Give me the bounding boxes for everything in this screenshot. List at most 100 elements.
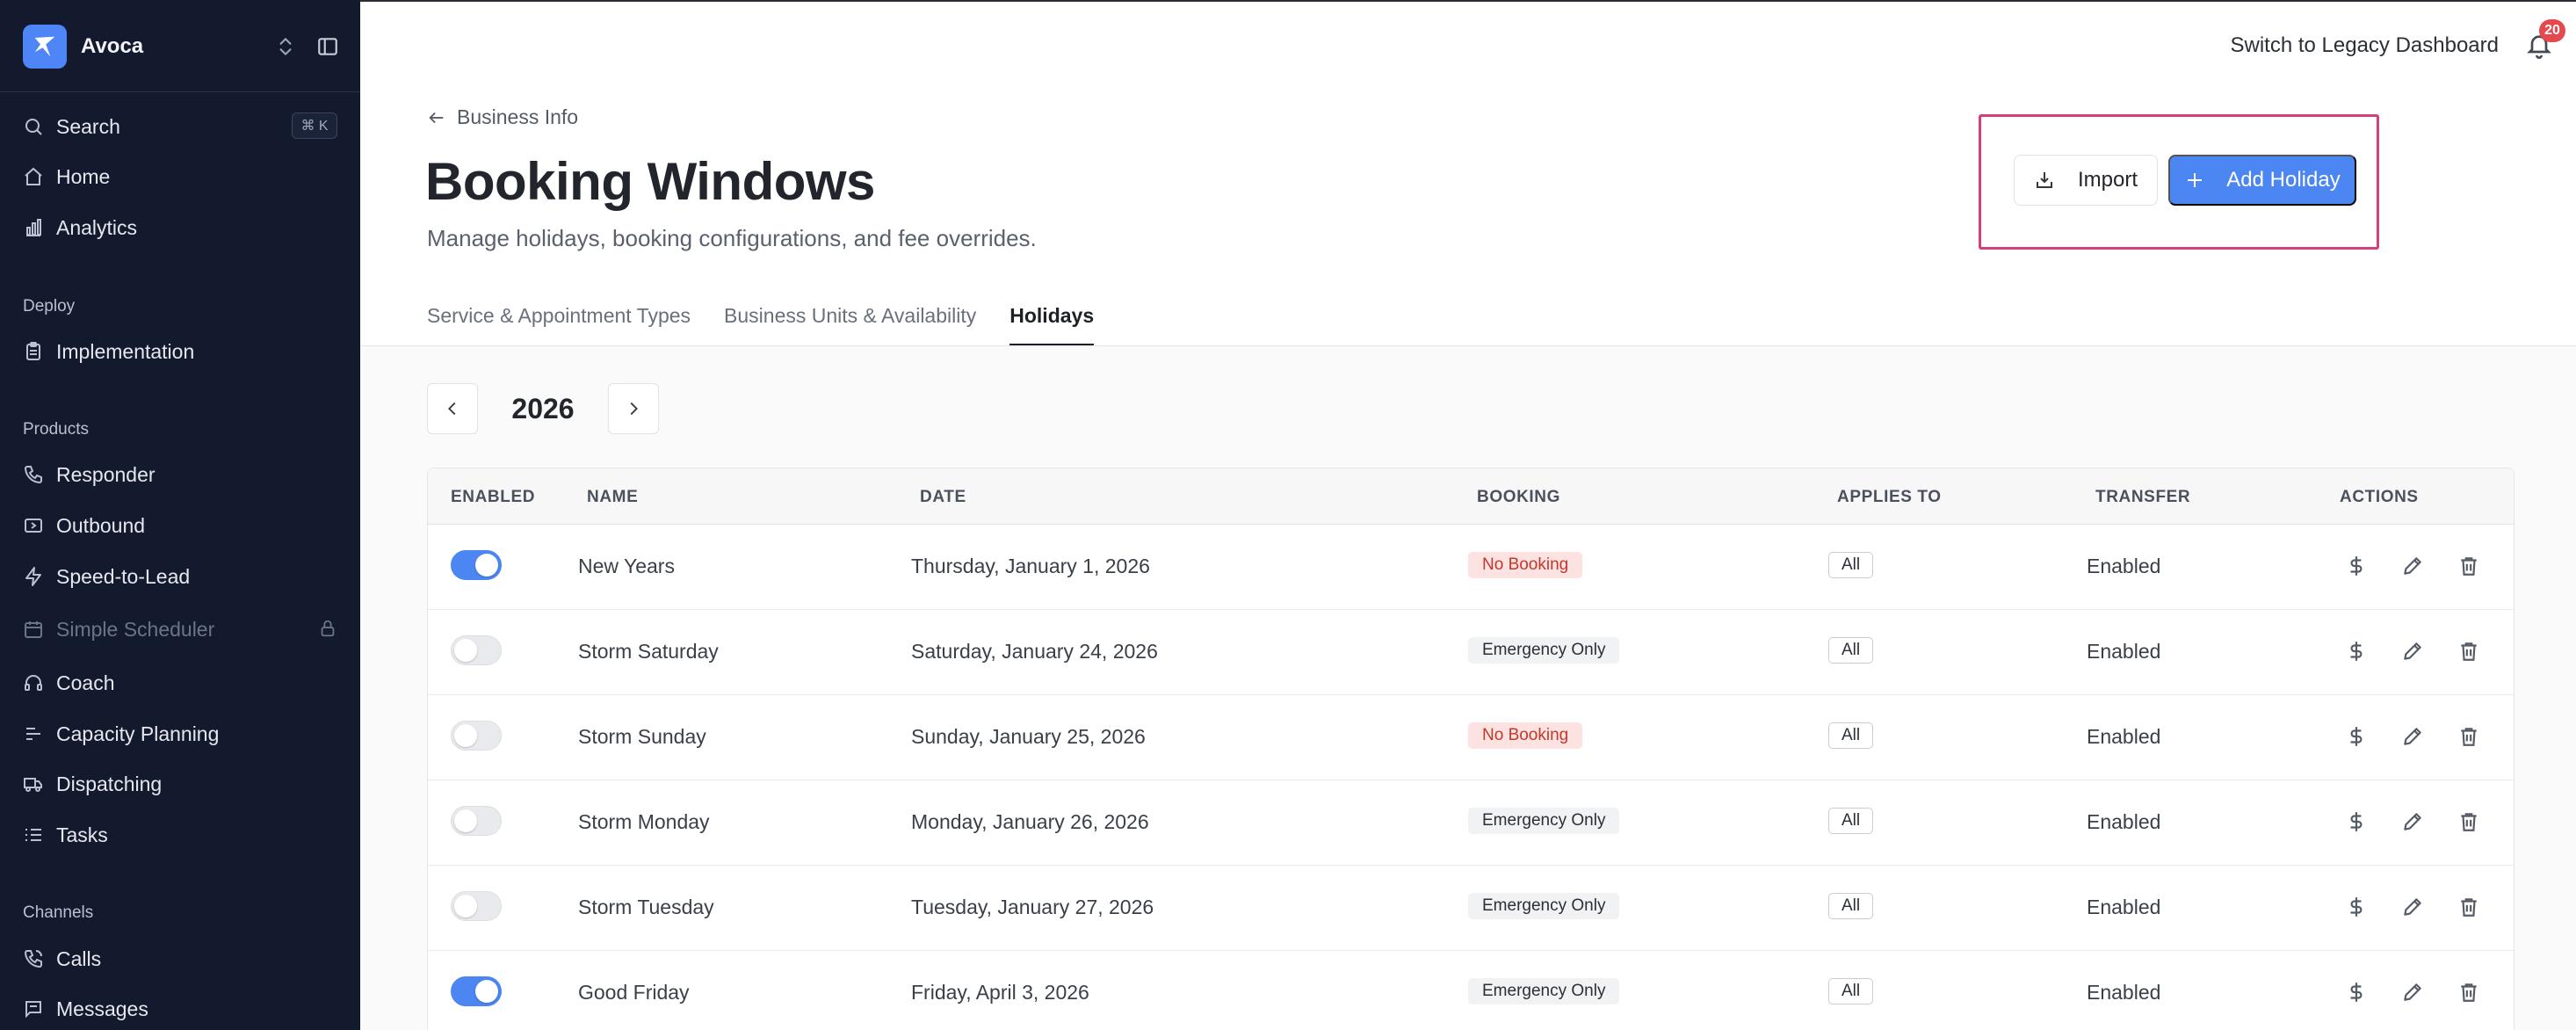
sidebar-item-messages[interactable]: Messages xyxy=(23,991,148,1026)
applies-to-badge: All xyxy=(1828,808,1874,834)
sidebar-item-implementation[interactable]: Implementation xyxy=(23,334,194,369)
avoca-logo-icon xyxy=(23,25,67,69)
column-header-applies-to: APPLIES TO xyxy=(1837,488,1942,506)
page-title: Booking Windows xyxy=(425,152,875,211)
fee-override-dollar-icon[interactable] xyxy=(2345,981,2368,1004)
sidebar-item-responder[interactable]: Responder xyxy=(23,457,156,492)
top-border xyxy=(360,0,2576,2)
edit-pencil-icon[interactable] xyxy=(2401,555,2424,577)
calendar-icon xyxy=(25,621,42,638)
table-row: Storm Tuesday Tuesday, January 27, 2026 Em… xyxy=(428,866,2514,951)
sidebar-item-label: Coach xyxy=(56,671,115,694)
clipboard-icon xyxy=(26,342,40,360)
delete-trash-icon[interactable] xyxy=(2457,555,2480,577)
applies-to-badge: All xyxy=(1828,722,1874,749)
enabled-toggle[interactable] xyxy=(451,806,502,836)
tab-holidays[interactable]: Holidays xyxy=(1009,304,1094,346)
sidebar-item-speed-to-lead[interactable]: Speed-to-Lead xyxy=(23,559,190,594)
transfer-status: Enabled xyxy=(2087,981,2161,1004)
sidebar-item-capacity-planning[interactable]: Capacity Planning xyxy=(23,716,219,751)
import-button[interactable]: Import xyxy=(2014,155,2158,206)
tabs: Service & Appointment Types Business Uni… xyxy=(427,304,1127,346)
holiday-name: Storm Monday xyxy=(578,810,710,833)
capacity-icon xyxy=(26,728,40,740)
sidebar-item-calls[interactable]: Calls xyxy=(23,941,101,976)
page-subtitle: Manage holidays, booking configurations,… xyxy=(427,225,1037,251)
delete-trash-icon[interactable] xyxy=(2457,640,2480,663)
booking-badge: No Booking xyxy=(1468,722,1583,749)
phone-icon xyxy=(24,466,42,484)
holiday-name: Good Friday xyxy=(578,981,690,1004)
delete-trash-icon[interactable] xyxy=(2457,810,2480,833)
holiday-name: New Years xyxy=(578,555,675,577)
applies-to-badge: All xyxy=(1828,893,1874,919)
holidays-table: ENABLED NAME DATE BOOKING APPLIES TO TRA… xyxy=(427,468,2514,1030)
sidebar-item-analytics[interactable]: Analytics xyxy=(23,210,137,245)
next-year-button[interactable] xyxy=(608,383,659,434)
sidebar-item-label: Implementation xyxy=(56,339,195,363)
edit-pencil-icon[interactable] xyxy=(2401,896,2424,918)
fee-override-dollar-icon[interactable] xyxy=(2345,896,2368,918)
transfer-status: Enabled xyxy=(2087,640,2161,663)
enabled-toggle[interactable] xyxy=(451,891,502,921)
year-navigator: 2026 xyxy=(427,383,659,434)
booking-badge: Emergency Only xyxy=(1468,893,1620,919)
sidebar-item-home[interactable]: Home xyxy=(23,159,110,194)
add-holiday-button[interactable]: Add Holiday xyxy=(2168,155,2356,206)
previous-year-button[interactable] xyxy=(427,383,478,434)
add-holiday-label: Add Holiday xyxy=(2226,168,2341,192)
table-row: Storm Monday Monday, January 26, 2026 Emer… xyxy=(428,780,2514,866)
sidebar-item-dispatching[interactable]: Dispatching xyxy=(23,766,162,802)
column-header-booking: BOOKING xyxy=(1477,488,1560,506)
chevron-up-down-icon[interactable] xyxy=(274,33,297,60)
sidebar-collapse-icon[interactable] xyxy=(316,35,339,58)
holiday-name: Storm Saturday xyxy=(578,640,719,663)
edit-pencil-icon[interactable] xyxy=(2401,810,2424,833)
bar-chart-icon xyxy=(26,219,41,236)
holiday-date: Monday, January 26, 2026 xyxy=(911,810,1149,833)
edit-pencil-icon[interactable] xyxy=(2401,725,2424,748)
search-icon xyxy=(25,119,42,135)
tab-service-appointment-types[interactable]: Service & Appointment Types xyxy=(427,304,691,346)
fee-override-dollar-icon[interactable] xyxy=(2345,810,2368,833)
enabled-toggle[interactable] xyxy=(451,550,502,580)
delete-trash-icon[interactable] xyxy=(2457,725,2480,748)
section-label-products: Products xyxy=(23,420,89,439)
sidebar-item-label: Home xyxy=(56,164,111,188)
table-row: Storm Sunday Sunday, January 25, 2026 No B… xyxy=(428,695,2514,780)
list-icon xyxy=(25,829,41,841)
holiday-date: Saturday, January 24, 2026 xyxy=(911,640,1158,663)
fee-override-dollar-icon[interactable] xyxy=(2345,640,2368,663)
chevron-right-icon xyxy=(630,402,638,416)
edit-pencil-icon[interactable] xyxy=(2401,640,2424,663)
edit-pencil-icon[interactable] xyxy=(2401,981,2424,1004)
outbound-icon xyxy=(25,519,42,533)
column-header-transfer: TRANSFER xyxy=(2095,488,2191,506)
applies-to-badge: All xyxy=(1828,552,1874,578)
switch-legacy-dashboard-link[interactable]: Switch to Legacy Dashboard xyxy=(2230,33,2499,58)
delete-trash-icon[interactable] xyxy=(2457,981,2480,1004)
tab-business-units-availability[interactable]: Business Units & Availability xyxy=(724,304,976,346)
workspace-name: Avoca xyxy=(81,34,144,58)
holiday-date: Thursday, January 1, 2026 xyxy=(911,555,1150,577)
sidebar-item-tasks[interactable]: Tasks xyxy=(23,817,108,852)
enabled-toggle[interactable] xyxy=(451,976,502,1006)
enabled-toggle[interactable] xyxy=(451,721,502,751)
delete-trash-icon[interactable] xyxy=(2457,896,2480,918)
sidebar-item-label: Calls xyxy=(56,947,102,970)
fee-override-dollar-icon[interactable] xyxy=(2345,555,2368,577)
breadcrumb-back-link[interactable]: Business Info xyxy=(427,105,578,129)
enabled-toggle[interactable] xyxy=(451,635,502,665)
sidebar-item-label: Tasks xyxy=(56,823,108,846)
workspace-switcher[interactable]: Avoca xyxy=(23,25,143,69)
sidebar-item-search[interactable]: Search xyxy=(23,109,120,144)
sidebar-item-outbound[interactable]: Outbound xyxy=(23,508,145,543)
year-label: 2026 xyxy=(511,392,575,424)
sidebar-item-coach[interactable]: Coach xyxy=(23,665,114,700)
section-label-deploy: Deploy xyxy=(23,297,76,316)
fee-override-dollar-icon[interactable] xyxy=(2345,725,2368,748)
holiday-date: Friday, April 3, 2026 xyxy=(911,981,1089,1004)
transfer-status: Enabled xyxy=(2087,810,2161,833)
search-shortcut-badge: ⌘ K xyxy=(292,112,337,139)
holiday-date: Sunday, January 25, 2026 xyxy=(911,725,1146,748)
